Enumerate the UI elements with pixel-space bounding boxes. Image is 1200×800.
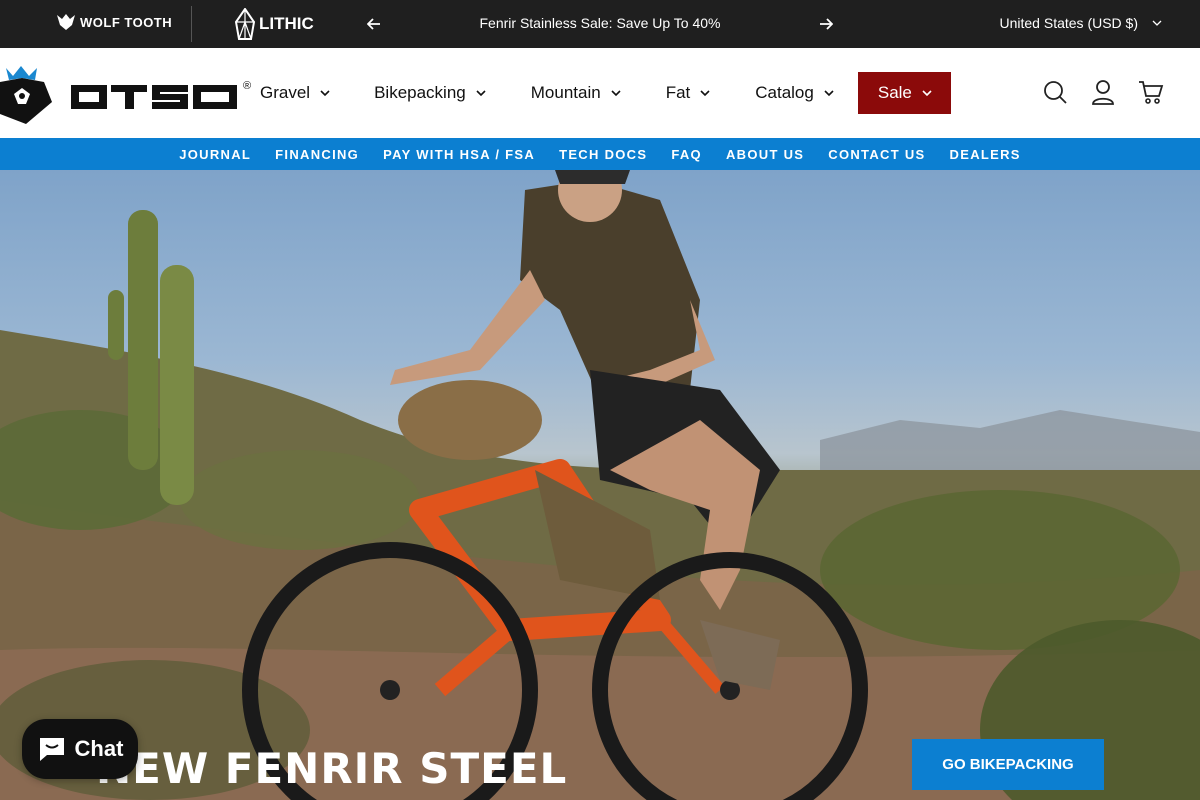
nav-sale[interactable]: Sale: [857, 72, 951, 114]
wolf-head-icon: [57, 14, 75, 30]
cart-icon: [1139, 81, 1164, 104]
nav-fat-label: Fat: [665, 83, 691, 102]
search-icon: [1044, 81, 1067, 104]
chat-label: Chat: [74, 736, 124, 761]
nav-sale-label: Sale: [877, 83, 912, 102]
wolf-tooth-logo[interactable]: WOLF TOOTH: [56, 13, 172, 31]
search-button[interactable]: [1042, 78, 1068, 106]
subnav-financing[interactable]: FINANCING: [275, 147, 359, 162]
subnav-tech-docs[interactable]: TECH DOCS: [559, 147, 647, 162]
lithic-logo[interactable]: LITHIC: [234, 8, 314, 40]
site-header: ® Gravel Bikepacking Mountain Fat Catalo…: [0, 48, 1200, 138]
announcement-next-button[interactable]: [814, 12, 838, 36]
cart-button[interactable]: [1138, 78, 1164, 106]
nav-bikepacking-label: Bikepacking: [374, 83, 466, 102]
go-bikepacking-button[interactable]: GO BIKEPACKING: [912, 739, 1104, 790]
nav-catalog[interactable]: Catalog: [755, 72, 835, 114]
subnav-contact-us[interactable]: CONTACT US: [828, 147, 925, 162]
chevron-down-icon: [320, 90, 330, 97]
subnav-hsa-fsa[interactable]: PAY WITH HSA / FSA: [383, 147, 535, 162]
nav-mountain-label: Mountain: [530, 83, 601, 102]
nav-fat[interactable]: Fat: [666, 72, 712, 114]
main-nav: Gravel Bikepacking Mountain Fat Catalog …: [260, 72, 951, 114]
currency-label: United States (USD $): [999, 15, 1139, 31]
otso-logo[interactable]: ®: [0, 64, 260, 124]
registered-mark: ®: [243, 80, 252, 92]
lithic-stone-icon: [234, 8, 256, 40]
announcement-bar: WOLF TOOTH LITHIC Fenrir Stainless Sale:…: [0, 0, 1200, 48]
wolf-tooth-label: WOLF TOOTH: [80, 14, 173, 30]
announcement-text[interactable]: Fenrir Stainless Sale: Save Up To 40%: [400, 15, 800, 31]
lithic-label: LITHIC: [259, 14, 314, 33]
chevron-down-icon: [611, 90, 621, 97]
hero-image: [0, 170, 1200, 800]
chevron-down-icon: [700, 90, 710, 97]
nav-catalog-label: Catalog: [755, 83, 814, 102]
account-button[interactable]: [1090, 78, 1116, 106]
announcement-prev-button[interactable]: [362, 12, 386, 36]
account-icon: [1092, 80, 1114, 105]
chevron-down-icon: [922, 90, 932, 97]
brand-divider: [191, 6, 192, 42]
hero-banner: NEW FENRIR STEEL GO BIKEPACKING: [0, 170, 1200, 800]
nav-bikepacking[interactable]: Bikepacking: [374, 72, 487, 114]
otso-wolf-logo-icon: [0, 66, 237, 124]
nav-gravel[interactable]: Gravel: [260, 72, 331, 114]
currency-selector[interactable]: United States (USD $): [1000, 15, 1163, 31]
header-icons: [1042, 78, 1164, 106]
chevron-down-icon: [824, 90, 834, 97]
nav-gravel-label: Gravel: [260, 83, 311, 102]
chevron-down-icon: [476, 90, 486, 97]
chat-bubble-icon: [39, 738, 64, 761]
arrow-left-icon: [367, 18, 380, 30]
secondary-nav: JOURNAL FINANCING PAY WITH HSA / FSA TEC…: [0, 138, 1200, 170]
chat-button[interactable]: Chat: [22, 719, 138, 779]
subnav-about-us[interactable]: ABOUT US: [726, 147, 804, 162]
subnav-journal[interactable]: JOURNAL: [179, 147, 251, 162]
nav-mountain[interactable]: Mountain: [531, 72, 622, 114]
subnav-faq[interactable]: FAQ: [671, 147, 702, 162]
chevron-down-icon: [1152, 20, 1162, 26]
hero-title: NEW FENRIR STEEL: [96, 744, 568, 793]
arrow-right-icon: [820, 18, 833, 30]
subnav-dealers[interactable]: DEALERS: [950, 147, 1021, 162]
